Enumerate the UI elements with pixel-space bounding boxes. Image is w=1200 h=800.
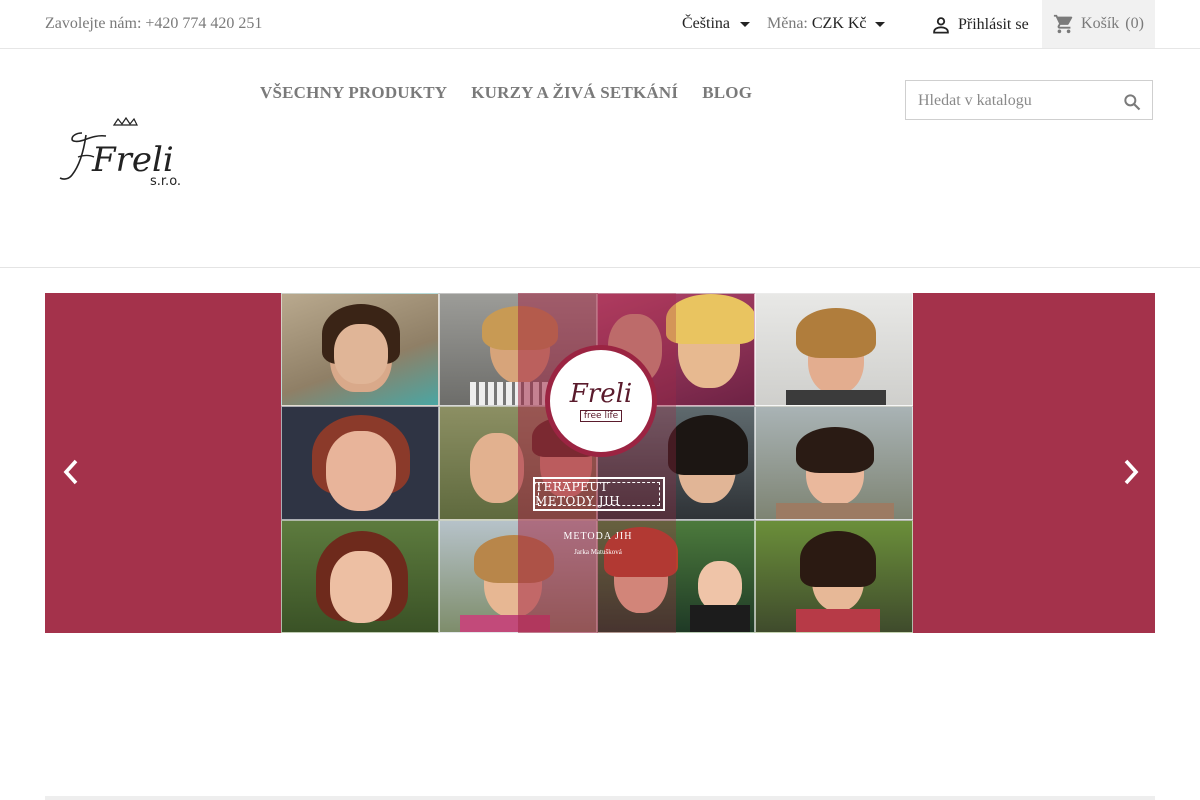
site-logo[interactable]: Freli s.r.o. bbox=[52, 111, 192, 193]
contact-phone: Zavolejte nám: +420 774 420 251 bbox=[45, 15, 263, 32]
badge-subtitle: free life bbox=[579, 409, 623, 422]
caret-down-icon bbox=[740, 21, 750, 27]
signin-link[interactable]: Přihlásit se bbox=[930, 14, 1029, 36]
photo-tile bbox=[281, 406, 439, 520]
photo-tile bbox=[755, 293, 913, 407]
signin-label: Přihlásit se bbox=[958, 16, 1029, 33]
main-menu: VŠECHNY PRODUKTY KURZY A ŽIVÁ SETKÁNÍ BL… bbox=[260, 83, 752, 103]
menu-item-courses[interactable]: KURZY A ŽIVÁ SETKÁNÍ bbox=[471, 83, 678, 103]
chevron-left-icon[interactable] bbox=[59, 458, 83, 486]
top-bar: Zavolejte nám: +420 774 420 251 Čeština … bbox=[0, 0, 1200, 49]
main-content: Freli free life TERAPEUT METODY JIH METO… bbox=[0, 268, 1200, 800]
search-box bbox=[905, 80, 1153, 120]
chevron-right-icon[interactable] bbox=[1119, 458, 1143, 486]
currency-value: CZK Kč bbox=[811, 15, 867, 32]
search-icon[interactable] bbox=[1122, 92, 1142, 112]
badge-title: Freli bbox=[569, 378, 633, 409]
currency-selector[interactable]: Měna: CZK Kč bbox=[767, 15, 885, 33]
language-selector[interactable]: Čeština bbox=[682, 15, 750, 33]
search-input[interactable] bbox=[916, 91, 1120, 111]
brand-badge: Freli free life bbox=[545, 345, 657, 457]
cart-button[interactable]: Košík (0) bbox=[1042, 0, 1155, 48]
cart-count: (0) bbox=[1125, 15, 1144, 32]
caret-down-icon bbox=[874, 21, 885, 27]
menu-item-blog[interactable]: BLOG bbox=[702, 83, 752, 103]
method-text: METODA JIH bbox=[563, 531, 633, 542]
currency-label: Měna: bbox=[767, 15, 808, 32]
collage-overlay bbox=[518, 293, 598, 633]
user-icon bbox=[933, 17, 949, 34]
photo-tile bbox=[755, 519, 913, 633]
author-text: Jarka Matušková bbox=[574, 548, 622, 556]
hero-slider[interactable]: Freli free life TERAPEUT METODY JIH METO… bbox=[45, 293, 1155, 633]
logo-mark: Freli s.r.o. bbox=[59, 116, 181, 189]
site-header: Freli s.r.o. VŠECHNY PRODUKTY KURZY A ŽI… bbox=[0, 49, 1200, 268]
cart-label: Košík bbox=[1081, 15, 1120, 32]
collage-overlay bbox=[598, 293, 676, 633]
photo-tile bbox=[755, 406, 913, 520]
language-value: Čeština bbox=[682, 15, 730, 32]
photo-tile bbox=[281, 293, 439, 407]
photo-tile bbox=[281, 519, 439, 633]
svg-text:s.r.o.: s.r.o. bbox=[150, 174, 181, 189]
therapist-tag: TERAPEUT METODY JIH bbox=[533, 477, 665, 511]
cart-icon bbox=[1053, 14, 1073, 34]
menu-item-all-products[interactable]: VŠECHNY PRODUKTY bbox=[260, 83, 447, 103]
content-divider bbox=[45, 796, 1155, 800]
